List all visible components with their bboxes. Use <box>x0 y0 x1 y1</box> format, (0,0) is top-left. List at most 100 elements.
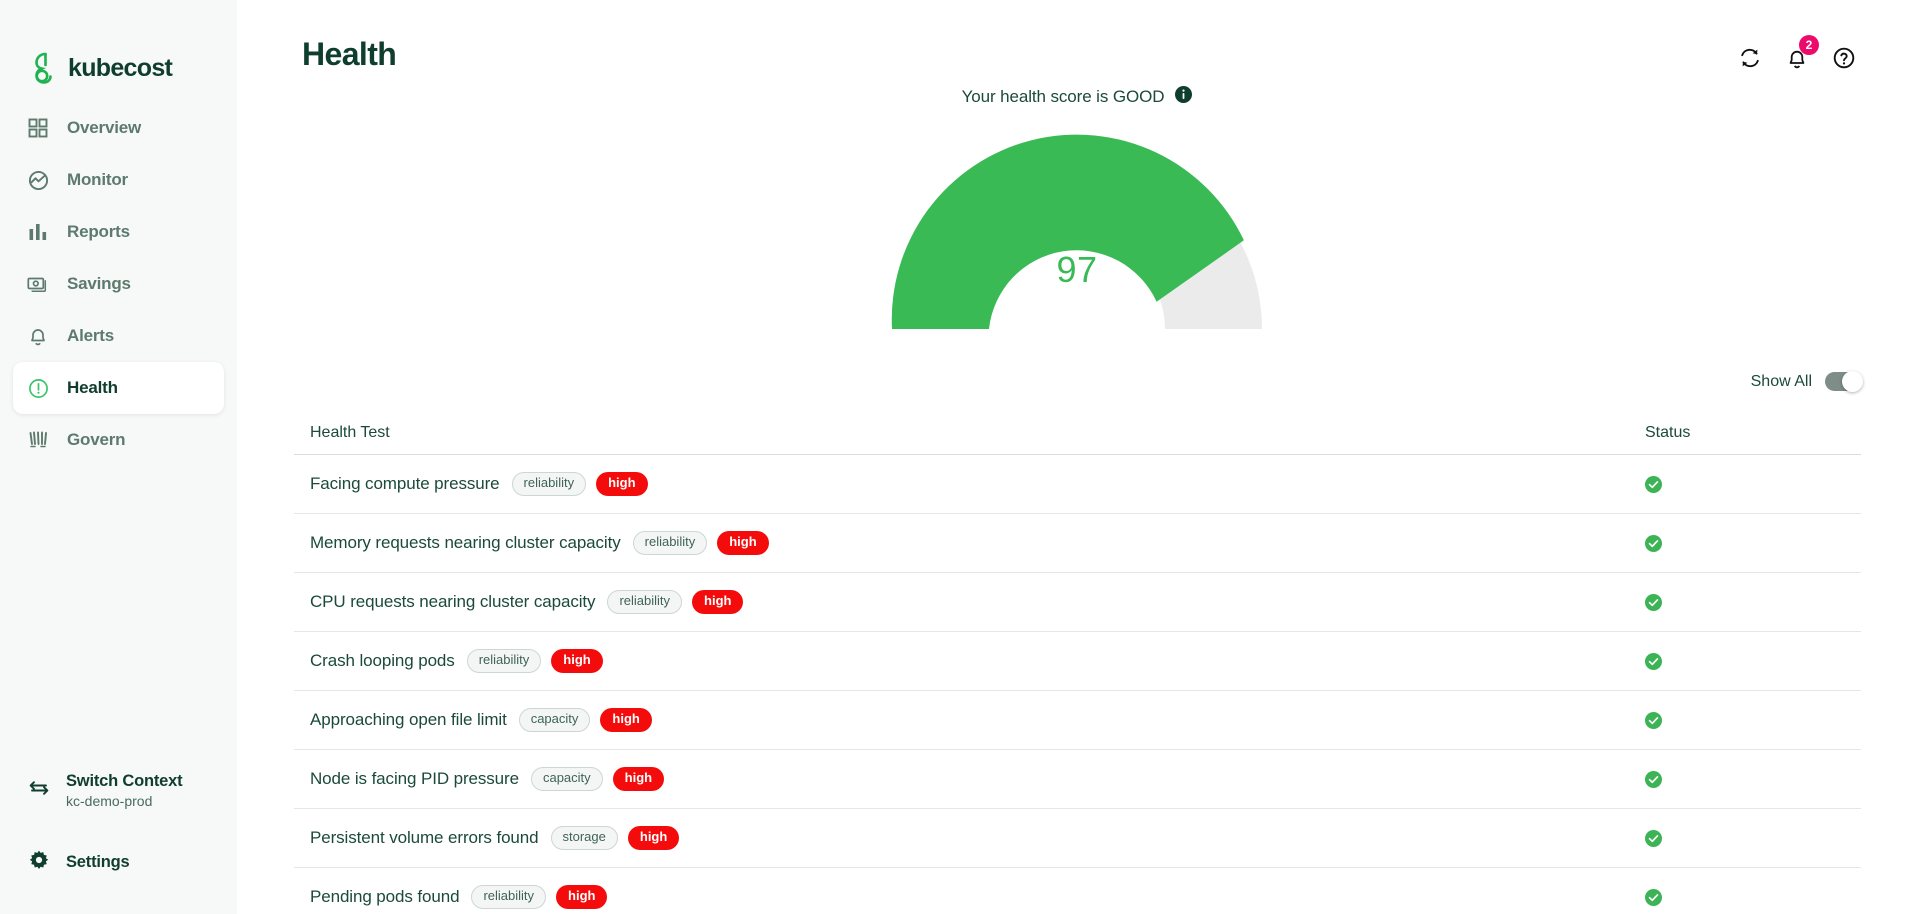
table-row[interactable]: Pending pods found reliability high <box>294 868 1861 914</box>
topbar-actions: 2 <box>1737 35 1857 71</box>
severity-badge: high <box>551 649 603 673</box>
sidebar-item-savings[interactable]: Savings <box>13 258 224 310</box>
check-circle-icon <box>1645 711 1662 729</box>
category-badge: capacity <box>530 767 603 791</box>
table-row[interactable]: Approaching open file limit capacity hig… <box>294 691 1861 750</box>
column-header-health-test: Health Test <box>310 424 390 441</box>
sidebar-item-monitor[interactable]: Monitor <box>13 154 224 206</box>
sidebar: kubecost Overview Monitor Reports Saving… <box>0 0 237 914</box>
category-badge: reliability <box>511 472 587 496</box>
row-status-cell <box>1645 888 1845 906</box>
gauge-track <box>892 144 1262 329</box>
check-circle-icon <box>1645 593 1662 611</box>
health-tests-table: Health Test Status Facing compute pressu… <box>294 412 1861 914</box>
table-row[interactable]: Facing compute pressure reliability high <box>294 455 1861 514</box>
app-root: kubecost Overview Monitor Reports Saving… <box>0 0 1917 914</box>
alert-circle-icon <box>27 377 49 399</box>
sidebar-item-label: Monitor <box>67 170 128 189</box>
category-badge: reliability <box>471 885 547 909</box>
sidebar-item-overview[interactable]: Overview <box>13 102 224 154</box>
severity-badge: high <box>627 826 680 850</box>
table-body: Facing compute pressure reliability high… <box>294 455 1861 914</box>
switch-context-button[interactable]: Switch Context kc-demo-prod <box>0 760 237 820</box>
show-all-toggle[interactable] <box>1825 371 1863 392</box>
check-circle-icon <box>1645 888 1662 906</box>
sidebar-item-label: Alerts <box>67 326 114 345</box>
table-header: Health Test Status <box>294 412 1861 455</box>
main-content: Health 2 Your health score is GOOD 97 Sh… <box>237 0 1917 914</box>
row-test-cell: Memory requests nearing cluster capacity… <box>310 531 1645 555</box>
health-test-name: Pending pods found <box>310 887 460 906</box>
brand[interactable]: kubecost <box>0 0 237 92</box>
sidebar-item-health[interactable]: Health <box>13 362 224 414</box>
sidebar-footer: Switch Context kc-demo-prod Settings <box>0 760 237 914</box>
gauge-svg <box>891 134 1262 329</box>
category-badge: reliability <box>466 649 542 673</box>
settings-label: Settings <box>66 852 130 871</box>
severity-badge: high <box>600 708 652 732</box>
sidebar-item-label: Govern <box>67 430 126 449</box>
sidebar-nav: Overview Monitor Reports Savings Alerts … <box>0 102 237 466</box>
health-test-name: Crash looping pods <box>310 651 455 670</box>
show-all-label: Show All <box>1750 372 1812 390</box>
switch-context-subtitle: kc-demo-prod <box>66 792 153 809</box>
category-badge: storage <box>550 826 618 850</box>
category-badge: reliability <box>632 531 708 555</box>
row-test-cell: Persistent volume errors found storage h… <box>310 826 1645 850</box>
row-test-cell: Approaching open file limit capacity hig… <box>310 708 1645 732</box>
row-test-cell: Facing compute pressure reliability high <box>310 472 1645 496</box>
gauge-value-arc <box>891 134 1244 329</box>
health-test-name: Persistent volume errors found <box>310 828 539 847</box>
check-circle-icon <box>1645 652 1662 670</box>
switch-context-text: Switch Context kc-demo-prod <box>66 771 183 809</box>
table-row[interactable]: CPU requests nearing cluster capacity re… <box>294 573 1861 632</box>
table-row[interactable]: Node is facing PID pressure capacity hig… <box>294 750 1861 809</box>
row-status-cell <box>1645 475 1845 493</box>
severity-badge: high <box>717 531 769 555</box>
severity-badge: high <box>612 767 665 791</box>
health-test-name: Facing compute pressure <box>310 474 500 493</box>
refresh-icon[interactable] <box>1737 45 1763 71</box>
row-test-cell: Crash looping pods reliability high <box>310 649 1645 673</box>
money-icon <box>27 273 49 295</box>
activity-circle-icon <box>27 169 49 191</box>
health-test-name: Node is facing PID pressure <box>310 769 519 788</box>
health-test-name: CPU requests nearing cluster capacity <box>310 592 596 611</box>
help-circle-icon[interactable] <box>1831 45 1857 71</box>
notifications-bell-icon[interactable]: 2 <box>1784 35 1819 71</box>
check-circle-icon <box>1645 475 1662 493</box>
show-all-control: Show All <box>1750 371 1863 392</box>
table-row[interactable]: Crash looping pods reliability high <box>294 632 1861 691</box>
sidebar-item-label: Health <box>67 378 118 397</box>
grid-icon <box>27 117 49 139</box>
sidebar-item-label: Overview <box>67 118 142 137</box>
category-badge: capacity <box>518 708 591 732</box>
sidebar-item-reports[interactable]: Reports <box>13 206 224 258</box>
govern-icon <box>27 429 49 451</box>
brand-name: kubecost <box>68 53 173 82</box>
sidebar-item-label: Reports <box>67 222 130 241</box>
check-circle-icon <box>1645 770 1662 788</box>
gauge-value-label: 97 <box>1056 249 1098 290</box>
row-status-cell <box>1645 652 1845 670</box>
severity-badge: high <box>596 472 648 496</box>
severity-badge: high <box>692 590 744 614</box>
sidebar-item-alerts[interactable]: Alerts <box>13 310 224 362</box>
row-test-cell: CPU requests nearing cluster capacity re… <box>310 590 1645 614</box>
check-circle-icon <box>1645 534 1662 552</box>
table-row[interactable]: Persistent volume errors found storage h… <box>294 809 1861 868</box>
sidebar-item-settings[interactable]: Settings <box>0 834 237 890</box>
check-circle-icon <box>1645 829 1662 847</box>
sidebar-item-label: Savings <box>67 274 131 293</box>
sidebar-item-govern[interactable]: Govern <box>13 414 224 466</box>
topbar: Health 2 <box>237 0 1917 96</box>
severity-badge: high <box>556 885 608 909</box>
row-test-cell: Pending pods found reliability high <box>310 885 1645 909</box>
bar-chart-icon <box>27 221 49 243</box>
health-test-name: Memory requests nearing cluster capacity <box>310 533 621 552</box>
table-row[interactable]: Memory requests nearing cluster capacity… <box>294 514 1861 573</box>
toggle-knob <box>1842 371 1863 392</box>
kubecost-logo-icon <box>31 52 61 84</box>
switch-context-title: Switch Context <box>66 771 183 790</box>
row-status-cell <box>1645 593 1845 611</box>
